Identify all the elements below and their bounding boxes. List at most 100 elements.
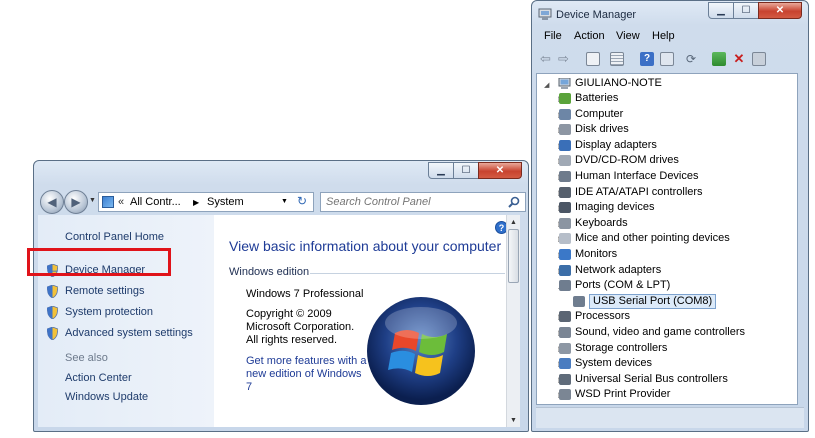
collapse-icon[interactable]: ◢ (544, 81, 549, 89)
computer-icon (558, 78, 571, 89)
control-panel-home-link[interactable]: Control Panel Home (65, 231, 164, 243)
search-input[interactable] (326, 194, 506, 210)
address-bar[interactable]: « All Contr... ▶ System ▼ ↻ (98, 192, 314, 212)
tree-category-item[interactable]: Keyboards (575, 216, 628, 231)
menu-bar: File Action View Help (536, 28, 804, 47)
breadcrumb-separator-icon[interactable]: ▶ (193, 198, 199, 207)
refresh-icon[interactable]: ↻ (297, 194, 307, 208)
system-window-titlebar[interactable]: ▁ ☐ ✕ (34, 161, 528, 187)
close-button[interactable]: ✕ (758, 2, 802, 19)
tree-root[interactable]: GIULIANO-NOTE (575, 76, 662, 91)
device-manager-window: Device Manager ▁ ☐ ✕ File Action View He… (531, 0, 809, 432)
overflow-chevron-icon[interactable]: « (118, 196, 124, 208)
tree-category-item[interactable]: Ports (COM & LPT) (575, 278, 670, 293)
system-main-content: ? View basic information about your comp… (214, 215, 520, 427)
toolbar: ⇦ ⇨ ? ⟳ ✕ (536, 48, 804, 72)
system-protection-link[interactable]: System protection (65, 306, 153, 318)
back-arrow-icon[interactable]: ⇦ (540, 52, 554, 66)
tree-category-item[interactable]: Batteries (575, 91, 618, 106)
breadcrumb-system[interactable]: System (207, 196, 244, 208)
scrollbar-thumb[interactable] (508, 229, 519, 283)
search-box[interactable] (320, 192, 526, 212)
close-button[interactable]: ✕ (478, 162, 522, 179)
page-heading: View basic information about your comput… (229, 238, 502, 254)
breadcrumb-all-control-panel[interactable]: All Contr... (130, 196, 181, 208)
tree-category-item[interactable]: Imaging devices (575, 200, 655, 215)
help-icon[interactable]: ? (640, 52, 654, 66)
windows-edition-heading: Windows edition (229, 266, 310, 278)
menu-help[interactable]: Help (652, 30, 675, 42)
recent-pages-dropdown[interactable]: ▼ (89, 197, 96, 204)
tree-category-item[interactable]: Computer (575, 107, 623, 122)
tree-category-item[interactable]: Display adapters (575, 138, 657, 153)
maximize-button[interactable]: ☐ (733, 2, 759, 19)
vertical-scrollbar[interactable]: ▲ ▼ (506, 215, 520, 427)
menu-action[interactable]: Action (574, 30, 605, 42)
menu-file[interactable]: File (544, 30, 562, 42)
scroll-down-icon[interactable]: ▼ (507, 413, 520, 427)
uac-shield-icon (47, 285, 58, 298)
device-tree[interactable]: ◢ GIULIANO-NOTE ▷Batteries▷Computer▷Disk… (536, 73, 798, 405)
tree-category-item[interactable]: Storage controllers (575, 341, 667, 356)
printer-icon (559, 389, 571, 401)
mouse-icon (559, 233, 571, 245)
minimize-button[interactable]: ▁ (708, 2, 734, 19)
forward-arrow-icon[interactable]: ⇨ (558, 52, 572, 66)
tree-category-item[interactable]: Universal Serial Bus controllers (575, 372, 728, 387)
windows-logo-icon (367, 297, 475, 405)
tree-category-item[interactable]: Processors (575, 309, 630, 324)
maximize-button[interactable]: ☐ (453, 162, 479, 179)
get-more-features-link[interactable]: Get more features with a new edition of … (246, 355, 366, 394)
copyright-text: Copyright © 2009 Microsoft Corporation. … (246, 308, 355, 346)
action-center-link[interactable]: Action Center (65, 372, 132, 384)
tree-category-item[interactable]: Network adapters (575, 263, 661, 278)
disable-device-icon[interactable] (752, 52, 766, 66)
usb-icon (559, 373, 571, 385)
section-divider (310, 273, 505, 274)
tree-category-item[interactable]: Human Interface Devices (575, 169, 699, 184)
camera-icon (559, 202, 571, 214)
window-title: Device Manager (556, 9, 637, 21)
sound-icon (559, 327, 571, 338)
properties-icon[interactable] (610, 52, 624, 66)
back-arrow-icon: ◀ (47, 195, 57, 209)
device-manager-titlebar[interactable]: Device Manager ▁ ☐ ✕ (532, 1, 808, 27)
system-window: ▁ ☐ ✕ ◀ ▶ ▼ « All Contr... ▶ System ▼ ↻ … (33, 160, 529, 432)
tree-category-item[interactable]: IDE ATA/ATAPI controllers (575, 185, 703, 200)
remote-settings-link[interactable]: Remote settings (65, 285, 144, 297)
task-pane: Control Panel Home Device Manager Remote… (38, 215, 214, 427)
back-button[interactable]: ◀ (40, 190, 64, 214)
windows-update-link[interactable]: Windows Update (65, 391, 148, 403)
menu-view[interactable]: View (616, 30, 640, 42)
scan-hardware-icon[interactable]: ⟳ (686, 52, 700, 66)
control-panel-icon (102, 196, 114, 208)
disk-drive-icon (559, 124, 571, 136)
action-pane-icon[interactable] (660, 52, 674, 66)
status-bar (536, 407, 804, 428)
highlight-box (27, 248, 171, 276)
search-icon[interactable] (508, 196, 520, 208)
port-icon (559, 280, 571, 292)
show-hide-console-tree-icon[interactable] (586, 52, 600, 66)
navigation-bar: ◀ ▶ ▼ « All Contr... ▶ System ▼ ↻ (38, 188, 526, 214)
tree-category-item[interactable]: Monitors (575, 247, 617, 262)
advanced-system-settings-link[interactable]: Advanced system settings (65, 327, 193, 339)
tree-category-item[interactable]: Disk drives (575, 122, 629, 137)
tree-category-item[interactable]: Mice and other pointing devices (575, 231, 730, 246)
uac-shield-icon (47, 327, 58, 340)
tree-category-item[interactable]: System devices (575, 356, 652, 371)
uac-shield-icon (47, 306, 58, 319)
tree-category-item[interactable]: DVD/CD-ROM drives (575, 153, 679, 168)
svg-text:?: ? (499, 223, 505, 233)
address-dropdown-icon[interactable]: ▼ (281, 198, 288, 205)
tree-category-item[interactable]: Sound, video and game controllers (575, 325, 745, 340)
battery-icon (559, 93, 571, 104)
tree-device-item[interactable]: USB Serial Port (COM8) (589, 293, 717, 309)
update-driver-icon[interactable] (712, 52, 726, 66)
forward-button[interactable]: ▶ (64, 190, 88, 214)
see-also-header: See also (65, 352, 108, 364)
tree-category-item[interactable]: WSD Print Provider (575, 387, 670, 402)
scroll-up-icon[interactable]: ▲ (507, 215, 520, 229)
uninstall-icon[interactable]: ✕ (732, 52, 746, 66)
minimize-button[interactable]: ▁ (428, 162, 454, 179)
